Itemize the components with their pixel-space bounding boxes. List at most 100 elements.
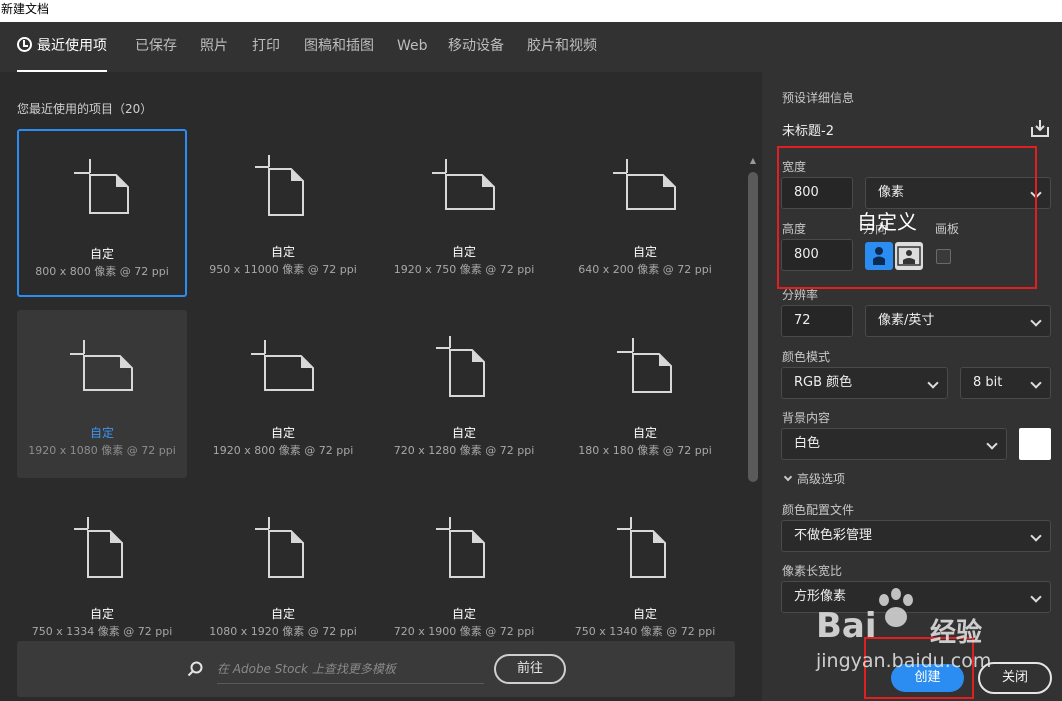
- advanced-options-toggle[interactable]: 高级选项: [782, 470, 845, 487]
- background-select[interactable]: 白色: [781, 428, 1007, 460]
- color-profile-select[interactable]: 不做色彩管理: [781, 520, 1051, 552]
- tab-art-illustration[interactable]: 图稿和插图: [304, 22, 374, 72]
- stock-search-bar: 前往: [17, 641, 735, 697]
- preset-card-name: 自定: [270, 607, 295, 621]
- window-title: 新建文档: [0, 0, 1062, 22]
- preset-card[interactable]: 自定 750 x 1334 像素 @ 72 ppi: [17, 491, 187, 659]
- watermark-brand-cn: 经验: [930, 618, 983, 648]
- tab-recent-label: 最近使用项: [37, 38, 107, 54]
- chevron-down-icon: [1030, 591, 1042, 603]
- preset-card-name: 自定: [451, 245, 476, 259]
- scroll-up-icon[interactable]: ▲: [748, 156, 758, 166]
- color-mode-value: RGB 颜色: [794, 375, 853, 390]
- chevron-down-icon: [1030, 315, 1042, 327]
- color-mode-label: 颜色模式: [782, 350, 831, 364]
- paw-icon: [879, 588, 913, 627]
- chevron-down-icon: [783, 472, 793, 482]
- preset-card-name: 自定: [89, 247, 114, 261]
- chevron-down-icon: [927, 377, 939, 389]
- tab-web[interactable]: Web: [397, 22, 428, 72]
- tab-saved[interactable]: 已保存: [135, 22, 177, 72]
- bit-depth-value: 8 bit: [973, 375, 1003, 390]
- preset-card-name: 自定: [451, 426, 476, 440]
- pixel-aspect-label: 像素长宽比: [782, 564, 843, 578]
- preset-details-heading: 预设详细信息: [782, 91, 855, 105]
- document-square-icon: [617, 338, 672, 393]
- preset-card[interactable]: 自定 750 x 1340 像素 @ 72 ppi: [560, 491, 730, 659]
- resolution-input[interactable]: 72: [781, 305, 853, 337]
- document-landscape-icon: [70, 340, 133, 391]
- preset-card-dimensions: 720 x 1280 像素 @ 72 ppi: [393, 444, 535, 457]
- tab-print[interactable]: 打印: [252, 22, 280, 72]
- preset-card[interactable]: 自定 1920 x 1080 像素 @ 72 ppi: [17, 310, 187, 478]
- preset-card[interactable]: 自定 180 x 180 像素 @ 72 ppi: [560, 310, 730, 478]
- preset-card-name: 自定: [451, 607, 476, 621]
- chevron-down-icon: [1030, 377, 1042, 389]
- tab-photo[interactable]: 照片: [200, 22, 228, 72]
- watermark: Bai 经验 jingyan.baidu.com: [814, 586, 1024, 676]
- recent-presets-pane: 您最近使用的项目（20） 自定 800 x 800 像素 @ 72 ppi 自定 95…: [0, 72, 762, 701]
- preset-card-dimensions: 1920 x 1080 像素 @ 72 ppi: [28, 444, 176, 457]
- annotation-text: 自定义: [857, 210, 917, 234]
- preset-card-dimensions: 1080 x 1920 像素 @ 72 ppi: [209, 625, 357, 638]
- preset-card[interactable]: 自定 640 x 200 像素 @ 72 ppi: [560, 129, 730, 297]
- chevron-down-icon: [1030, 530, 1042, 542]
- bit-depth-select[interactable]: 8 bit: [960, 367, 1051, 399]
- document-portrait-icon: [255, 155, 304, 216]
- search-icon: [187, 661, 203, 677]
- document-landscape-icon: [432, 159, 495, 210]
- category-tabs: 最近使用项 已保存 照片 打印 图稿和插图 Web 移动设备 胶片和视频: [0, 22, 1062, 72]
- preset-card-dimensions: 1920 x 750 像素 @ 72 ppi: [393, 263, 535, 276]
- background-value: 白色: [794, 436, 821, 451]
- stock-search-input[interactable]: [217, 654, 484, 684]
- document-portrait-icon: [617, 517, 666, 578]
- preset-card-name: 自定: [632, 607, 657, 621]
- tab-recent[interactable]: 最近使用项: [17, 22, 107, 72]
- chevron-down-icon: [986, 438, 998, 450]
- advanced-options-label: 高级选项: [797, 472, 846, 486]
- preset-card-name: 自定: [270, 426, 295, 440]
- preset-card[interactable]: 自定 1920 x 750 像素 @ 72 ppi: [379, 129, 549, 297]
- color-profile-label: 颜色配置文件: [782, 503, 855, 517]
- scrollbar[interactable]: ▲ ▼: [745, 156, 761, 701]
- preset-card-dimensions: 720 x 1900 像素 @ 72 ppi: [393, 625, 535, 638]
- preset-card[interactable]: 自定 950 x 11000 像素 @ 72 ppi: [198, 129, 368, 297]
- preset-card-dimensions: 750 x 1334 像素 @ 72 ppi: [31, 625, 173, 638]
- preset-card-name: 自定: [632, 426, 657, 440]
- scrollbar-thumb[interactable]: [748, 172, 758, 482]
- preset-card[interactable]: 自定 720 x 1900 像素 @ 72 ppi: [379, 491, 549, 659]
- preset-card[interactable]: 自定 800 x 800 像素 @ 72 ppi: [17, 129, 187, 297]
- document-landscape-icon: [251, 340, 314, 391]
- save-preset-icon[interactable]: [1030, 118, 1050, 138]
- watermark-url: jingyan.baidu.com: [816, 650, 992, 672]
- preset-card-name: 自定: [89, 607, 114, 621]
- document-portrait-icon: [436, 336, 485, 397]
- background-color-swatch[interactable]: [1019, 428, 1051, 460]
- resolution-unit-select[interactable]: 像素/英寸: [865, 305, 1051, 337]
- preset-card-dimensions: 800 x 800 像素 @ 72 ppi: [35, 265, 169, 278]
- preset-card[interactable]: 自定 720 x 1280 像素 @ 72 ppi: [379, 310, 549, 478]
- color-mode-select[interactable]: RGB 颜色: [781, 367, 948, 399]
- resolution-unit-value: 像素/英寸: [878, 313, 935, 328]
- background-label: 背景内容: [782, 411, 831, 425]
- document-square-icon: [74, 159, 129, 214]
- tab-film-video[interactable]: 胶片和视频: [527, 22, 597, 72]
- color-profile-value: 不做色彩管理: [794, 528, 873, 543]
- preset-card-dimensions: 750 x 1340 像素 @ 72 ppi: [574, 625, 716, 638]
- document-portrait-icon: [74, 517, 123, 578]
- preset-card-name: 自定: [89, 426, 114, 440]
- preset-card-dimensions: 640 x 200 像素 @ 72 ppi: [578, 263, 712, 276]
- preset-card[interactable]: 自定 1920 x 800 像素 @ 72 ppi: [198, 310, 368, 478]
- document-name[interactable]: 未标题-2: [782, 120, 834, 139]
- preset-card-dimensions: 950 x 11000 像素 @ 72 ppi: [209, 263, 357, 276]
- tab-mobile[interactable]: 移动设备: [448, 22, 504, 72]
- watermark-brand: Bai: [816, 606, 877, 646]
- goto-button[interactable]: 前往: [494, 654, 566, 684]
- preset-card-name: 自定: [632, 245, 657, 259]
- preset-card-dimensions: 180 x 180 像素 @ 72 ppi: [578, 444, 712, 457]
- document-landscape-icon: [613, 159, 676, 210]
- preset-card-dimensions: 1920 x 800 像素 @ 72 ppi: [212, 444, 354, 457]
- document-portrait-icon: [255, 517, 304, 578]
- preset-card-name: 自定: [270, 245, 295, 259]
- preset-card[interactable]: 自定 1080 x 1920 像素 @ 72 ppi: [198, 491, 368, 659]
